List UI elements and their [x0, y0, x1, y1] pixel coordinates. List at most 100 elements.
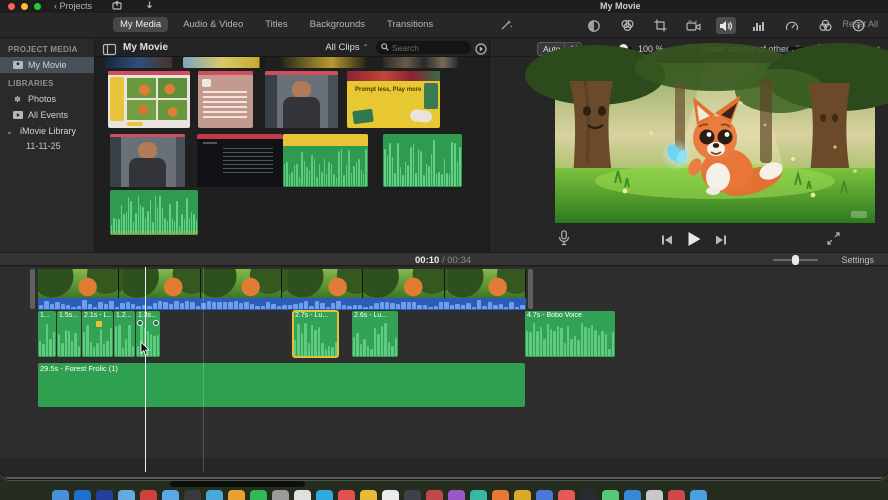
clip-trim-handle-left[interactable]	[30, 269, 35, 309]
dock-app-icon[interactable]	[184, 490, 201, 500]
dock-app-icon[interactable]	[316, 490, 333, 500]
dock-app-icon[interactable]	[250, 490, 267, 500]
search-input[interactable]: Search	[376, 41, 471, 54]
audio-clip-1[interactable]: 1...	[38, 311, 56, 357]
dock-app-icon[interactable]	[602, 490, 619, 500]
back-to-projects-button[interactable]: ‹ Projects	[54, 1, 92, 11]
color-correction-icon[interactable]	[617, 17, 637, 34]
timeline-zoom-slider[interactable]	[773, 255, 818, 265]
media-clip-audio-waveform-2[interactable]	[383, 134, 462, 187]
media-clip-terminal-window[interactable]	[197, 134, 283, 187]
audio-clip-2[interactable]: 1.5s...	[57, 311, 81, 357]
video-clip-filmstrip[interactable]	[38, 269, 526, 298]
enhance-wand-icon[interactable]	[500, 18, 513, 36]
dock-app-icon[interactable]	[448, 490, 465, 500]
dock-app-icon[interactable]	[580, 490, 597, 500]
previous-frame-button[interactable]	[660, 233, 673, 251]
sidebar-item-imovie-library[interactable]: ⌄ iMovie Library	[0, 123, 94, 139]
playhead[interactable]	[145, 267, 146, 472]
dock-app-icon[interactable]	[558, 490, 575, 500]
media-clip-audio-waveform-3[interactable]	[110, 190, 198, 235]
tab-backgrounds[interactable]: Backgrounds	[303, 17, 372, 32]
dock-app-icon[interactable]	[470, 490, 487, 500]
sidebar: PROJECT MEDIA My Movie LIBRARIES ✽ Photo…	[0, 39, 95, 252]
dock-app-icon[interactable]	[294, 490, 311, 500]
dock-app-icon[interactable]	[360, 490, 377, 500]
music-clip-forest-frolic[interactable]: 29.5s - Forest Frolic (1)	[38, 363, 525, 407]
tab-my-media[interactable]: My Media	[113, 17, 169, 32]
media-clip-partial[interactable]	[105, 57, 172, 68]
all-events-icon	[12, 111, 23, 120]
dock-app-icon[interactable]	[404, 490, 421, 500]
dock-app-icon[interactable]	[624, 490, 641, 500]
dock[interactable]	[52, 490, 707, 500]
dock-app-icon[interactable]	[338, 490, 355, 500]
tab-transitions[interactable]: Transitions	[380, 17, 440, 32]
media-clip-webcam-man-2[interactable]	[110, 134, 185, 187]
media-clip-screen-recording-grid[interactable]	[108, 71, 190, 128]
play-button[interactable]	[686, 231, 702, 252]
audio-clip-7[interactable]: 2.6s - Lu...	[352, 311, 398, 357]
timeline-zoom-knob[interactable]	[792, 255, 799, 265]
noise-reduction-eq-icon[interactable]	[749, 17, 769, 34]
dock-app-icon[interactable]	[74, 490, 91, 500]
dock-app-icon[interactable]	[96, 490, 113, 500]
clip-trim-handle-right[interactable]	[528, 269, 533, 309]
dock-app-icon[interactable]	[514, 490, 531, 500]
voiceover-mic-icon[interactable]	[558, 230, 570, 251]
fullscreen-icon[interactable]	[827, 232, 840, 250]
timeline-settings-button[interactable]: Settings	[841, 255, 874, 265]
media-clip-partial[interactable]	[183, 57, 266, 68]
stabilization-icon[interactable]	[683, 17, 703, 34]
dock-app-icon[interactable]	[646, 490, 663, 500]
promo-caption: Prompt less, Play more	[355, 87, 422, 93]
clip-filters-icon[interactable]	[815, 17, 835, 34]
sidebar-item-my-movie[interactable]: My Movie	[0, 57, 94, 73]
dock-app-icon[interactable]	[162, 490, 179, 500]
volume-tool-icon[interactable]	[716, 17, 736, 34]
dock-app-icon[interactable]	[272, 490, 289, 500]
close-window-button[interactable]	[8, 3, 15, 10]
media-clip-promo-slide[interactable]: Prompt less, Play more	[347, 71, 440, 128]
dock-app-icon[interactable]	[668, 490, 685, 500]
audio-clip-selected[interactable]: 2.7s - Lu...	[292, 310, 339, 358]
media-clip-webcam-man[interactable]	[265, 71, 338, 128]
share-icon[interactable]	[112, 0, 122, 12]
crop-icon[interactable]	[650, 17, 670, 34]
media-clip-audio-waveform-1[interactable]	[283, 134, 368, 187]
fade-handle[interactable]	[137, 320, 143, 326]
sidebar-item-all-events[interactable]: All Events	[0, 107, 94, 123]
dock-app-icon[interactable]	[140, 490, 157, 500]
media-clip-partial[interactable]	[383, 57, 458, 68]
dock-app-icon[interactable]	[228, 490, 245, 500]
sidebar-item-photos[interactable]: ✽ Photos	[0, 91, 94, 107]
fade-handle[interactable]	[153, 320, 159, 326]
dock-app-icon[interactable]	[690, 490, 707, 500]
audio-clip-3[interactable]: 2.1s - L...	[82, 311, 113, 357]
adjust-tools	[584, 17, 868, 34]
dock-app-icon[interactable]	[118, 490, 135, 500]
dock-app-icon[interactable]	[536, 490, 553, 500]
zoom-window-button[interactable]	[34, 3, 41, 10]
media-clip-notes-document[interactable]	[198, 71, 253, 128]
dock-app-icon[interactable]	[492, 490, 509, 500]
reset-all-button[interactable]: Reset All	[842, 19, 878, 29]
speed-icon[interactable]	[782, 17, 802, 34]
audio-clip-4[interactable]: 1.2...	[114, 311, 135, 357]
sidebar-item-event-11-11-25[interactable]: 11-11-25	[0, 139, 94, 153]
minimize-window-button[interactable]	[21, 3, 28, 10]
dock-app-icon[interactable]	[382, 490, 399, 500]
tab-titles[interactable]: Titles	[258, 17, 294, 32]
dock-app-icon[interactable]	[52, 490, 69, 500]
import-media-icon[interactable]	[145, 1, 154, 12]
clips-filter-dropdown[interactable]: All Clips ⌃	[325, 42, 369, 53]
media-clip-partial[interactable]	[281, 57, 366, 68]
color-balance-icon[interactable]	[584, 17, 604, 34]
video-clip-audio-track[interactable]	[38, 298, 526, 310]
next-frame-button[interactable]	[715, 233, 728, 251]
dock-app-icon[interactable]	[206, 490, 223, 500]
tab-audio-video[interactable]: Audio & Video	[176, 17, 250, 32]
dock-app-icon[interactable]	[426, 490, 443, 500]
disclosure-chevron-icon[interactable]: ⌄	[4, 127, 15, 136]
audio-clip-bobo-voice[interactable]: 4.7s - Bobo Voice	[525, 311, 615, 357]
